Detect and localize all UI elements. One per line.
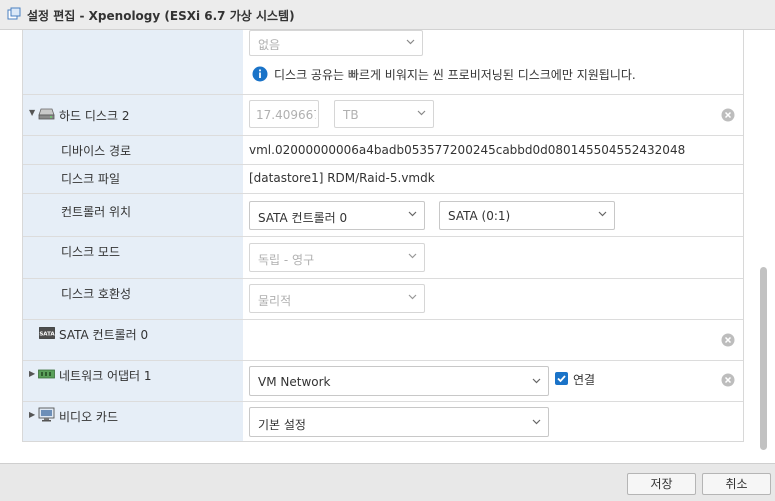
video-card-icon [38, 407, 55, 422]
disk-sharing-row: 없음 디스크 공유는 빠르게 비워지는 씬 프로비저닝된 디스크에만 지원됩니다… [23, 30, 743, 95]
svg-text:SATA: SATA [39, 332, 55, 338]
disk-mode-label: 디스크 모드 [61, 245, 121, 259]
remove-network-adapter-icon[interactable] [721, 373, 735, 387]
window-title: 설정 편집 - Xpenology (ESXi 6.7 가상 시스템) [27, 9, 295, 23]
checkmark-icon [557, 375, 566, 383]
video-card-row: ▶ 비디오 카드 기본 설정 [23, 402, 743, 441]
remove-sata-controller-icon[interactable] [721, 333, 735, 347]
sata-controller-row: SATA SATA 컨트롤러 0 [23, 320, 743, 361]
disk-file-value: [datastore1] RDM/Raid-5.vmdk [249, 171, 435, 185]
video-card-select[interactable]: 기본 설정 [249, 407, 549, 437]
connect-label: 연결 [573, 373, 596, 387]
network-adapter-label: 네트워크 어댑터 1 [59, 369, 152, 383]
info-icon [252, 66, 268, 82]
hard-disk-row: ▼ 하드 디스크 2 17.40966796 TB [23, 95, 743, 136]
collapse-triangle-icon[interactable]: ▼ [29, 109, 35, 117]
disk-size-input[interactable]: 17.40966796 [249, 100, 319, 128]
disk-compat-label: 디스크 호환성 [61, 287, 132, 301]
cancel-button[interactable]: 취소 [702, 473, 771, 495]
disk-compat-row: 디스크 호환성 물리적 [23, 279, 743, 320]
chevron-down-icon [598, 211, 607, 217]
video-card-label: 비디오 카드 [59, 410, 119, 424]
sata-controller-label: SATA 컨트롤러 0 [59, 328, 149, 342]
vm-edit-icon [7, 7, 21, 20]
disk-mode-row: 디스크 모드 독립 - 영구 [23, 237, 743, 279]
chevron-down-icon [406, 39, 415, 45]
disk-sharing-info: 디스크 공유는 빠르게 비워지는 씬 프로비저닝된 디스크에만 지원됩니다. [274, 68, 636, 82]
device-path-value: vml.02000000006a4badb053577200245cabbd0d… [249, 143, 686, 157]
network-adapter-icon [38, 369, 55, 379]
save-button[interactable]: 저장 [627, 473, 696, 495]
controller-location-label: 컨트롤러 위치 [61, 205, 132, 219]
controller-port-select[interactable]: SATA (0:1) [439, 201, 615, 230]
disk-compat-select[interactable]: 물리적 [249, 284, 425, 313]
disk-size-unit-select[interactable]: TB [334, 100, 434, 128]
sata-controller-icon: SATA [39, 327, 55, 339]
disk-file-row: 디스크 파일 [datastore1] RDM/Raid-5.vmdk [23, 165, 743, 194]
expand-triangle-icon[interactable]: ▶ [29, 411, 35, 419]
device-path-label: 디바이스 경로 [61, 144, 132, 158]
hard-disk-icon [38, 108, 55, 120]
connect-checkbox[interactable] [555, 372, 568, 385]
controller-select[interactable]: SATA 컨트롤러 0 [249, 201, 425, 230]
chevron-down-icon [532, 419, 541, 425]
title-bar: 설정 편집 - Xpenology (ESXi 6.7 가상 시스템) [0, 0, 775, 30]
disk-mode-select[interactable]: 독립 - 영구 [249, 243, 425, 272]
chevron-down-icon [408, 253, 417, 259]
device-path-row: 디바이스 경로 vml.02000000006a4badb05357720024… [23, 136, 743, 165]
hard-disk-label: 하드 디스크 2 [59, 109, 130, 123]
settings-list: 없음 디스크 공유는 빠르게 비워지는 씬 프로비저닝된 디스크에만 지원됩니다… [22, 30, 744, 442]
chevron-down-icon [417, 110, 426, 116]
remove-hard-disk-icon[interactable] [721, 108, 735, 122]
chevron-down-icon [532, 378, 541, 384]
disk-file-label: 디스크 파일 [61, 172, 121, 186]
network-select[interactable]: VM Network [249, 366, 549, 396]
expand-triangle-icon[interactable]: ▶ [29, 370, 35, 378]
controller-location-row: 컨트롤러 위치 SATA 컨트롤러 0 SATA (0:1) [23, 194, 743, 237]
network-adapter-row: ▶ 네트워크 어댑터 1 VM Network 연결 [23, 361, 743, 402]
dialog-footer: 저장 취소 [0, 463, 775, 501]
scrollbar-thumb[interactable] [760, 267, 767, 450]
chevron-down-icon [408, 294, 417, 300]
chevron-down-icon [408, 211, 417, 217]
disk-sharing-select[interactable]: 없음 [249, 30, 423, 56]
